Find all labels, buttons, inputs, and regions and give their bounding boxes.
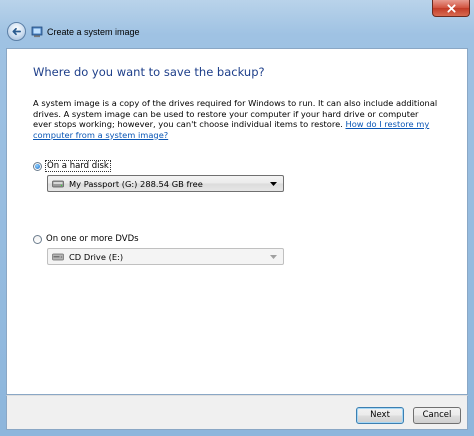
title-bar: Create a system image xyxy=(0,0,474,48)
dvd-dropdown[interactable]: CD Drive (E:) xyxy=(47,248,284,265)
chevron-down-icon xyxy=(270,254,277,259)
window-title: Create a system image xyxy=(47,27,140,37)
radio-hard-disk[interactable] xyxy=(33,161,42,171)
window-frame: Create a system image Where do you want … xyxy=(0,0,474,436)
hard-disk-dropdown[interactable]: My Passport (G:) 288.54 GB free xyxy=(47,175,284,192)
chevron-down-icon xyxy=(270,181,277,186)
content-panel: Where do you want to save the backup? A … xyxy=(6,48,468,395)
radio-dvd-row[interactable]: On one or more DVDs xyxy=(33,234,139,244)
system-image-icon xyxy=(31,26,43,38)
close-button[interactable] xyxy=(432,0,470,17)
cd-drive-icon xyxy=(52,253,64,260)
dvd-dropdown-value: CD Drive (E:) xyxy=(69,251,124,262)
radio-hard-disk-row[interactable]: On a hard disk xyxy=(33,160,111,172)
hard-drive-icon xyxy=(52,180,64,187)
back-arrow-icon xyxy=(12,27,21,36)
hard-disk-dropdown-value: My Passport (G:) 288.54 GB free xyxy=(69,178,203,189)
close-icon xyxy=(446,3,456,13)
description: A system image is a copy of the drives r… xyxy=(33,98,438,140)
radio-dvd[interactable] xyxy=(33,234,42,244)
cancel-button[interactable]: Cancel xyxy=(413,407,461,424)
footer-bar: Next Cancel xyxy=(6,395,468,430)
radio-hard-disk-label[interactable]: On a hard disk xyxy=(45,160,111,172)
radio-selected-dot xyxy=(35,163,40,169)
next-button[interactable]: Next xyxy=(356,407,404,424)
page-title: Where do you want to save the backup? xyxy=(33,65,265,79)
back-button[interactable] xyxy=(7,22,26,41)
radio-dvd-label[interactable]: On one or more DVDs xyxy=(46,234,139,244)
